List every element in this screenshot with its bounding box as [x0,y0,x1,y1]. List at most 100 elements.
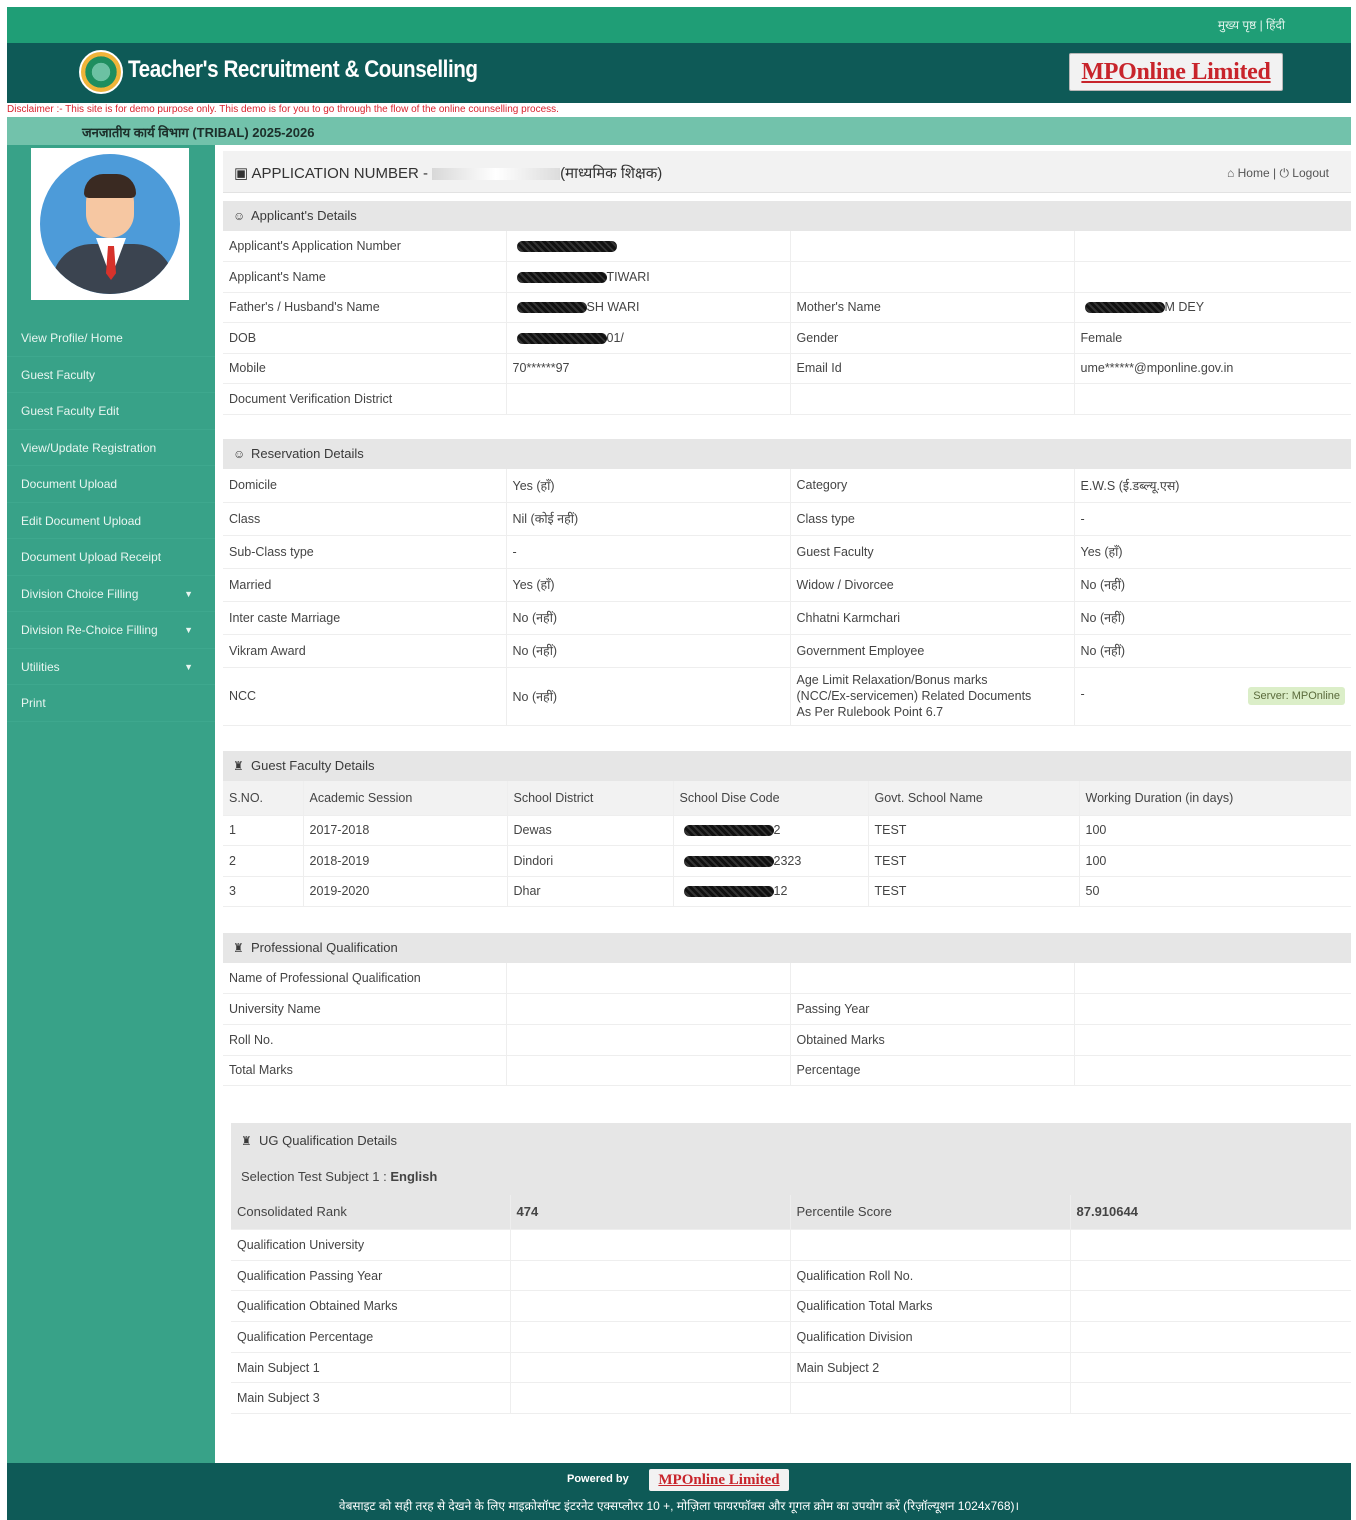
guest-faculty-table: S.NO. Academic Session School District Scho… [223,781,1351,907]
section-title: ♜ Guest Faculty Details [223,751,1351,781]
field-value: - Server: MPOnline [1074,667,1351,726]
section-title: ♜ UG Qualification Details [231,1123,1351,1159]
field-label: Government Employee [790,634,1075,668]
field-label: Mother's Name [790,292,1075,323]
cell-district: Dhar [507,876,674,907]
field-label [790,1229,1071,1261]
section-title: ♜ Professional Qualification [223,933,1351,963]
table-row: University Name Passing Year [223,993,1351,1025]
field-value: No (नहीं) [506,634,791,668]
field-label: Category [790,469,1075,503]
field-value [1070,1321,1351,1353]
redaction-mark [516,332,607,344]
post-name: (माध्यमिक शिक्षक) [560,165,663,182]
field-label: Main Subject 2 [790,1352,1071,1384]
field-label [790,383,1075,415]
sidebar-item[interactable]: View Profile/ Home [7,320,215,357]
field-label [790,261,1075,293]
field-value: TIWARI [506,261,791,293]
home-icon: ⌂ [1227,166,1235,180]
language-links[interactable]: मुख्य पृष्ठ | हिंदी [1218,16,1285,33]
sidebar-item[interactable]: Document Upload Receipt [7,539,215,576]
field-label: DOB [223,322,507,354]
sidebar-item-label: Guest Faculty [21,367,96,382]
graduation-cap-icon: ♜ [233,759,244,773]
cell-session: 2017-2018 [303,815,508,846]
field-value: No (नहीं) [1074,601,1351,635]
column-header: Govt. School Name [868,781,1080,816]
sidebar-item[interactable]: Edit Document Upload [7,503,215,539]
field-value: ume******@mponline.gov.in [1074,353,1351,384]
redaction-mark [683,825,774,837]
field-label: Name of Professional Qualification [223,963,507,995]
sidebar: View Profile/ Home Guest Faculty Guest Fac… [7,145,215,1463]
sidebar-item-label: Utilities [21,659,60,674]
field-label: Qualification University [231,1229,511,1261]
field-value [1074,1055,1351,1087]
field-label: Age Limit Relaxation/Bonus marks (NCC/Ex-… [790,667,1075,726]
user-avatar-icon [37,151,183,297]
sidebar-item[interactable]: Print [7,685,215,722]
field-label [790,231,1075,262]
application-number: ▣ APPLICATION NUMBER - (माध्यमिक शिक्षक) [234,163,662,183]
user-circle-icon: ☺ [233,447,246,461]
field-value [510,1382,791,1415]
footer: Powered by MPOnline Limited वेबसाइट को स… [7,1463,1351,1520]
column-header: School Dise Code [673,781,869,816]
sidebar-item[interactable]: Utilities ▼ [7,649,215,685]
field-value: - [506,535,791,569]
field-value [1070,1229,1351,1261]
field-value [1074,1024,1351,1056]
cell-session: 2018-2019 [303,845,508,877]
site-header: Teacher's Recruitment & Counselling MPOn… [7,43,1351,103]
field-value: Nil (कोई नहीं) [506,502,791,536]
redaction-mark [516,302,587,314]
field-value: No (नहीं) [1074,568,1351,602]
field-value [1074,963,1351,995]
sidebar-item[interactable]: Document Upload [7,466,215,503]
cell-code: 12 [673,876,869,907]
table-row: Sub-Class type - Guest Faculty Yes (हाँ) [223,535,1351,569]
sidebar-item-label: View Profile/ Home [21,331,123,345]
sidebar-item[interactable]: View/Update Registration [7,430,215,466]
top-strip: मुख्य पृष्ठ | हिंदी [7,7,1351,43]
sidebar-item-label: View/Update Registration [21,440,157,455]
redaction-mark [516,271,607,283]
field-label: Gender [790,322,1075,354]
field-label: Widow / Divorcee [790,568,1075,602]
field-value: 70******97 [506,353,791,384]
field-value: No (नहीं) [1074,634,1351,668]
sidebar-item[interactable]: Guest Faculty [7,357,215,393]
cell-days: 50 [1079,876,1351,907]
table-row: Total Marks Percentage [223,1055,1351,1087]
guest-faculty-section: ♜ Guest Faculty Details S.NO. Academic Ses… [223,751,1351,907]
field-label: Qualification Total Marks [790,1290,1071,1323]
cell-district: Dewas [507,815,674,846]
field-value [510,1352,791,1384]
home-link[interactable]: Home [1238,166,1270,180]
field-label: Document Verification District [223,383,507,415]
sidebar-item[interactable]: Guest Faculty Edit [7,393,215,430]
table-row: Main Subject 3 [231,1382,1351,1415]
logout-link[interactable]: Logout [1292,166,1329,180]
table-row: Applicant's Name TIWARI [223,261,1351,293]
field-label: Qualification Percentage [231,1321,511,1353]
table-row: Qualification University [231,1229,1351,1261]
field-value [1070,1260,1351,1292]
field-label: Applicant's Application Number [223,231,507,262]
field-label-line: As Per Rulebook Point 6.7 [796,705,944,719]
field-label: Percentage [790,1055,1075,1087]
sidebar-item-label: Division Re-Choice Filling [21,623,158,637]
field-value [506,1055,791,1087]
sidebar-item[interactable]: Division Choice Filling ▼ [7,576,215,612]
applicant-table: Applicant's Application Number Applicant'… [223,231,1351,415]
cell-code: 2 [673,815,869,846]
sidebar-item[interactable]: Division Re-Choice Filling ▼ [7,612,215,649]
field-value [506,1024,791,1056]
field-value: SH WARI [506,292,791,323]
sidebar-nav: View Profile/ Home Guest Faculty Guest Fac… [7,320,215,722]
page-frame: मुख्य पृष्ठ | हिंदी Teacher's Recruitmen… [7,7,1351,1520]
field-value [1070,1352,1351,1384]
column-header: Working Duration (in days) [1079,781,1351,816]
field-label: Qualification Roll No. [790,1260,1071,1292]
